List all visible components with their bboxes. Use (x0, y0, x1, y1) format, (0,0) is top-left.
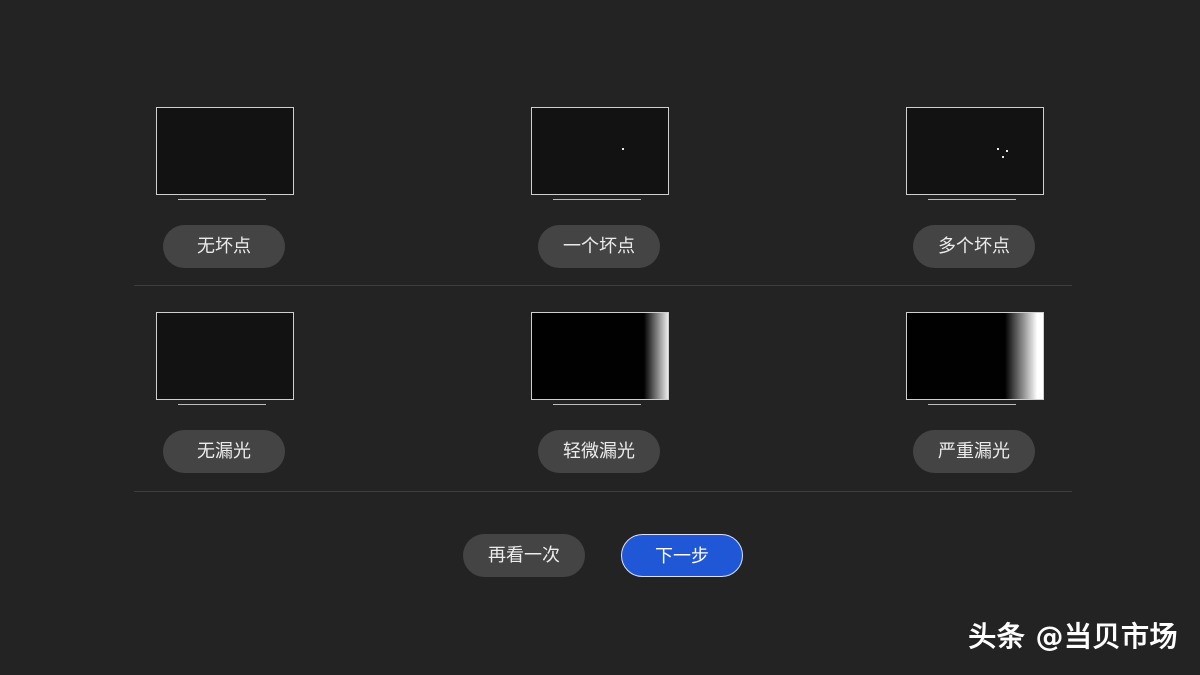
dead-pixel-dot (1002, 156, 1004, 158)
tv-preview-no-dead-pixel (156, 107, 294, 195)
option-many-dead-pixels: 多个坏点 (855, 107, 1095, 277)
no-dead-pixel-button[interactable]: 无坏点 (163, 225, 285, 268)
watermark-text: 头条 @当贝市场 (968, 620, 1178, 653)
tv-stand (178, 404, 266, 405)
many-dead-pixels-button[interactable]: 多个坏点 (913, 225, 1035, 268)
tv-preview-one-dead-pixel (531, 107, 669, 195)
tv-stand (553, 404, 641, 405)
severe-light-leak-button[interactable]: 严重漏光 (913, 430, 1035, 473)
slight-light-leak-button[interactable]: 轻微漏光 (538, 430, 660, 473)
row-divider (134, 285, 1072, 286)
tv-stand (178, 199, 266, 200)
dead-pixel-dot (622, 148, 624, 150)
next-step-button[interactable]: 下一步 (621, 534, 743, 577)
option-slight-light-leak: 轻微漏光 (480, 312, 720, 482)
tv-stand (553, 199, 641, 200)
retry-button[interactable]: 再看一次 (463, 534, 585, 577)
row-divider (134, 491, 1072, 492)
tv-stand (928, 199, 1016, 200)
one-dead-pixel-button[interactable]: 一个坏点 (538, 225, 660, 268)
dead-pixel-dot (1006, 150, 1008, 152)
tv-preview-severe-light-leak (906, 312, 1044, 400)
tv-preview-many-dead-pixels (906, 107, 1044, 195)
tv-preview-no-light-leak (156, 312, 294, 400)
tv-preview-slight-light-leak (531, 312, 669, 400)
tv-stand (928, 404, 1016, 405)
option-one-dead-pixel: 一个坏点 (480, 107, 720, 277)
option-no-dead-pixel: 无坏点 (105, 107, 345, 277)
dead-pixel-dot (997, 148, 999, 150)
option-no-light-leak: 无漏光 (105, 312, 345, 482)
no-light-leak-button[interactable]: 无漏光 (163, 430, 285, 473)
option-severe-light-leak: 严重漏光 (855, 312, 1095, 482)
tv-screen-test-page: 无坏点 一个坏点 多个坏点 无漏光 轻微漏光 严重漏光 再看一次 下一步 头条 … (0, 0, 1200, 675)
